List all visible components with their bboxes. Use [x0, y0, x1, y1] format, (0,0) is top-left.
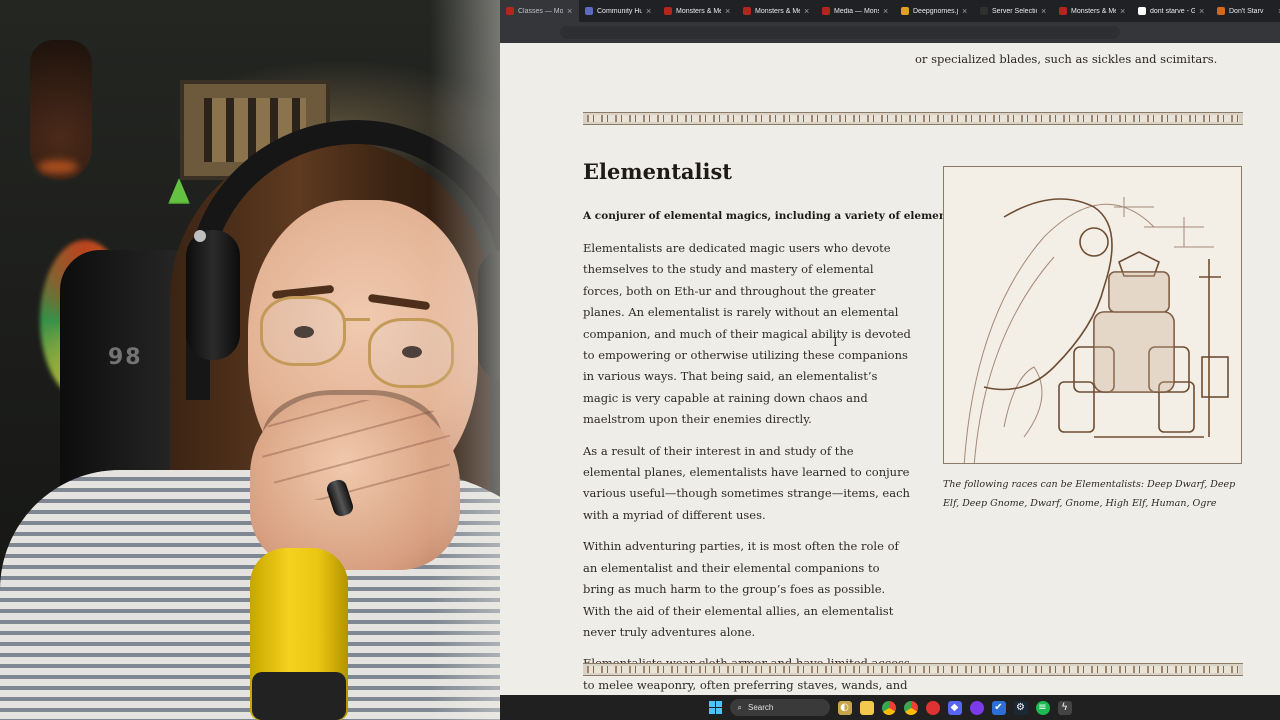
- tab-favicon-icon: [1217, 7, 1225, 15]
- elementalist-illustration-icon: [963, 197, 1229, 463]
- app-icon[interactable]: [969, 700, 984, 715]
- guitar: [30, 40, 92, 180]
- widgets-icon[interactable]: ◐: [837, 700, 852, 715]
- search-icon: ⌕: [737, 702, 742, 712]
- chair-logo: 98: [108, 345, 143, 370]
- streamer-fingers: [262, 400, 452, 500]
- close-icon[interactable]: ×: [646, 6, 654, 16]
- tab-title: Monsters & Me: [755, 7, 800, 15]
- browser-tab[interactable]: Server Selection ×: [974, 0, 1053, 22]
- app-icon[interactable]: ◆: [947, 700, 962, 715]
- browser-address-bar[interactable]: [500, 22, 1280, 43]
- previous-section-fragment: or specialized blades, such as sickles a…: [915, 52, 1218, 66]
- ornamental-divider: [583, 112, 1243, 125]
- section-title: Elementalist: [583, 159, 732, 184]
- tab-title: Don't Starv: [1229, 7, 1264, 15]
- race-caption: The following races can be Elementalists…: [943, 479, 1236, 509]
- tab-favicon-icon: [980, 7, 988, 15]
- browser-tab[interactable]: Monsters & Me ×: [737, 0, 816, 22]
- tab-title: Deepgnomes.jp: [913, 7, 958, 15]
- web-page: or specialized blades, such as sickles a…: [500, 43, 1280, 695]
- close-icon[interactable]: ×: [1199, 6, 1207, 16]
- tab-title: Monsters & Me: [1071, 7, 1116, 15]
- browser-tab[interactable]: Don't Starv×: [1211, 0, 1280, 22]
- headphone-cup-left: [186, 230, 240, 360]
- tab-favicon-icon: [1138, 7, 1146, 15]
- browser-tab[interactable]: Classes — Mons ×: [500, 0, 579, 22]
- tab-favicon-icon: [585, 7, 593, 15]
- tab-title: Server Selection: [992, 7, 1037, 15]
- spotify-icon[interactable]: ≡: [1035, 700, 1050, 715]
- browser-tab[interactable]: Deepgnomes.jp ×: [895, 0, 974, 22]
- tab-favicon-icon: [1059, 7, 1067, 15]
- class-tagline: A conjurer of elemental magics, includin…: [583, 210, 995, 222]
- lamp-glow: [38, 160, 78, 174]
- tab-favicon-icon: [506, 7, 514, 15]
- class-illustration: [943, 166, 1242, 464]
- chrome-icon[interactable]: [903, 700, 918, 715]
- tab-title: Community Hub: [597, 7, 642, 15]
- close-icon[interactable]: ×: [725, 6, 733, 16]
- ornamental-divider: [583, 663, 1243, 676]
- app-icon[interactable]: ✔: [991, 700, 1006, 715]
- file-explorer-icon[interactable]: [859, 700, 874, 715]
- description-paragraph: Within adventuring parties, it is most o…: [583, 539, 899, 639]
- app-icon[interactable]: [925, 700, 940, 715]
- close-icon[interactable]: ×: [883, 6, 891, 16]
- tab-favicon-icon: [743, 7, 751, 15]
- windows-taskbar: ⌕ Search ◐ ◆ ✔ ⚙ ≡ ϟ: [500, 695, 1280, 720]
- close-icon[interactable]: ×: [1041, 6, 1049, 16]
- chrome-icon[interactable]: [881, 700, 896, 715]
- browser-tab[interactable]: Monsters & Me ×: [658, 0, 737, 22]
- taskbar-search[interactable]: ⌕ Search: [729, 699, 830, 716]
- headphone-button: [194, 230, 206, 242]
- tab-title: Media — Monst: [834, 7, 879, 15]
- browser-tab-strip: Classes — Mons×Community Hub×Monsters & …: [500, 0, 1280, 22]
- search-label: Search: [747, 703, 774, 712]
- tab-title: dont starve - G: [1150, 7, 1195, 15]
- description-paragraph: As a result of their interest in and stu…: [583, 443, 910, 522]
- close-icon[interactable]: ×: [567, 6, 575, 16]
- description-paragraph: Elementalists are dedicated magic users …: [583, 241, 911, 427]
- browser-tab[interactable]: Monsters & Me ×: [1053, 0, 1132, 22]
- tab-title: Classes — Mons: [518, 7, 563, 15]
- app-icon[interactable]: ϟ: [1057, 700, 1072, 715]
- browser-tab[interactable]: Community Hub ×: [579, 0, 658, 22]
- tab-title: Monsters & Me: [676, 7, 721, 15]
- steam-icon[interactable]: ⚙: [1013, 700, 1028, 715]
- tab-favicon-icon: [664, 7, 672, 15]
- text-cursor-icon: I: [833, 335, 838, 349]
- windows-start-icon[interactable]: [708, 701, 722, 714]
- tab-favicon-icon: [901, 7, 909, 15]
- class-description: Elementalists are dedicated magic users …: [583, 238, 913, 695]
- close-icon[interactable]: ×: [804, 6, 812, 16]
- browser-tab[interactable]: Media — Monst ×: [816, 0, 895, 22]
- close-icon[interactable]: ×: [1120, 6, 1128, 16]
- close-icon[interactable]: ×: [962, 6, 970, 16]
- browser-tab[interactable]: dont starve - G ×: [1132, 0, 1211, 22]
- microphone-mount: [252, 672, 346, 720]
- tab-favicon-icon: [822, 7, 830, 15]
